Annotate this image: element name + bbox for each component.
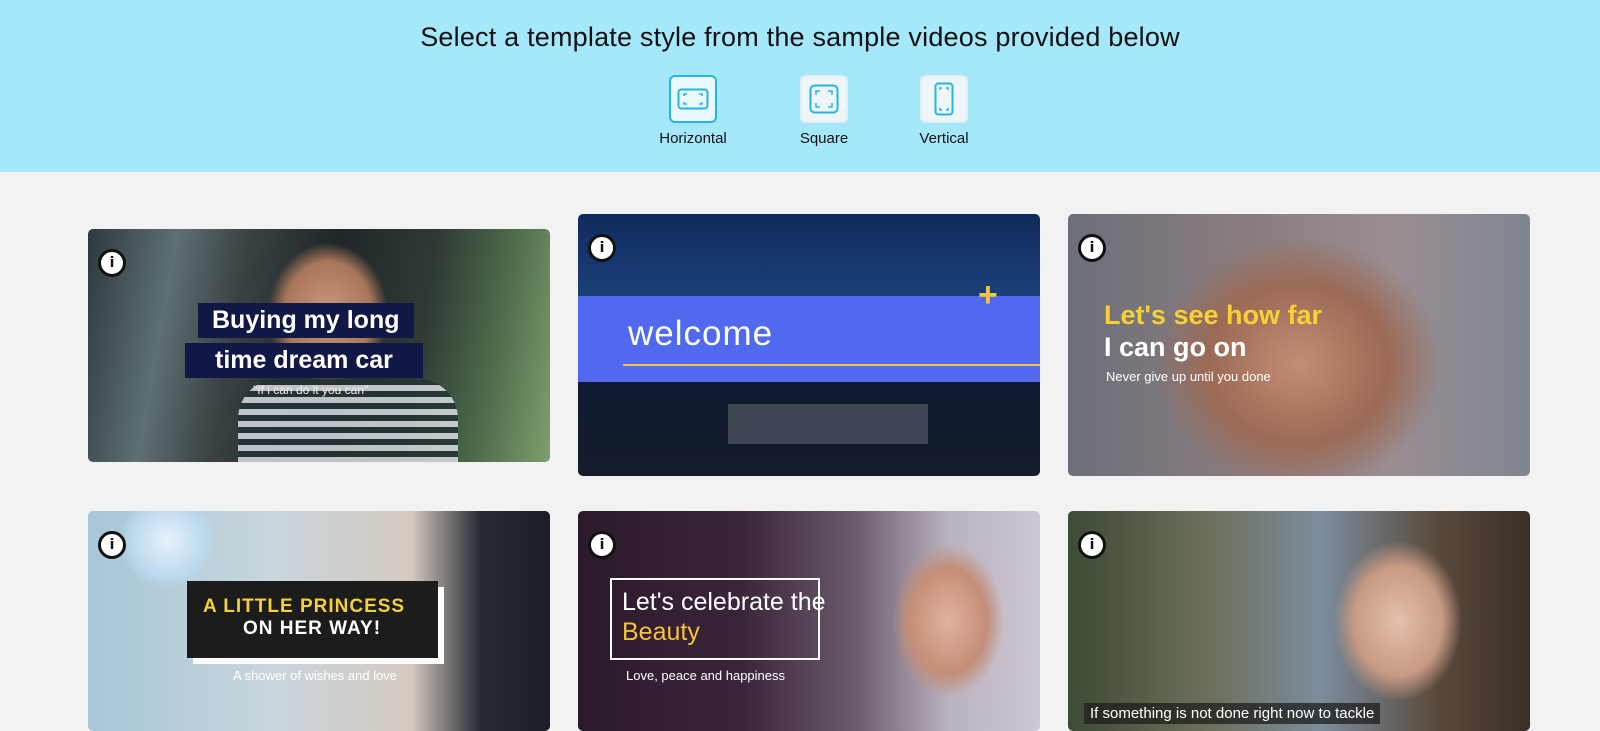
page-title: Select a template style from the sample … [420,22,1180,52]
template-subtitle: A shower of wishes and love [233,668,398,683]
horizontal-frame-icon [677,88,709,110]
template-subtitle: "If i can do it you can" [253,383,369,397]
template-title-line1: Buying my long [198,303,414,338]
template-title-line2: Beauty [622,618,700,646]
format-square-button[interactable]: Square [769,75,879,147]
template-title-line2: time dream car [185,343,423,378]
template-card-protest[interactable]: i If something is not done right now to … [1068,511,1530,731]
template-card-fitness[interactable]: i Let's see how far I can go on Never gi… [1068,214,1530,476]
template-title-line2: ON HER WAY! [243,618,382,639]
info-icon[interactable]: i [1078,531,1106,559]
format-horizontal-button[interactable]: Horizontal [638,75,748,147]
format-horizontal-label: Horizontal [659,130,727,147]
info-icon[interactable]: i [588,531,616,559]
template-title: welcome [628,314,774,353]
square-frame-icon [809,84,839,114]
info-icon[interactable]: i [1078,234,1106,262]
vertical-frame-icon [934,82,954,116]
template-thumbnail-art [728,404,928,444]
info-icon[interactable]: i [98,531,126,559]
format-vertical-button[interactable]: Vertical [889,75,999,147]
template-card-beauty[interactable]: i Let's celebrate the Beauty Love, peace… [578,511,1040,731]
template-underline [623,364,1040,366]
template-title-line1: Let's see how far [1104,300,1322,330]
format-vertical-label: Vertical [919,130,969,147]
template-title-line1: Let's celebrate the [622,588,826,616]
template-subtitle: Never give up until you done [1106,369,1271,384]
template-card-welcome[interactable]: welcome + i [578,214,1040,476]
template-title-line2: I can go on [1104,332,1247,362]
template-subtitle: Love, peace and happiness [626,668,786,683]
info-icon[interactable]: i [588,234,616,262]
template-header: Select a template style from the sample … [0,0,1600,172]
format-square-label: Square [799,130,849,147]
template-card-dream-car[interactable]: i Buying my long time dream car "If i ca… [88,229,550,462]
template-caption: If something is not done right now to ta… [1084,703,1381,724]
plus-icon: + [978,276,998,314]
template-title-line1: A LITTLE PRINCESS [203,596,406,617]
info-icon[interactable]: i [98,249,126,277]
template-card-princess[interactable]: i A LITTLE PRINCESS ON HER WAY! A shower… [88,511,550,731]
